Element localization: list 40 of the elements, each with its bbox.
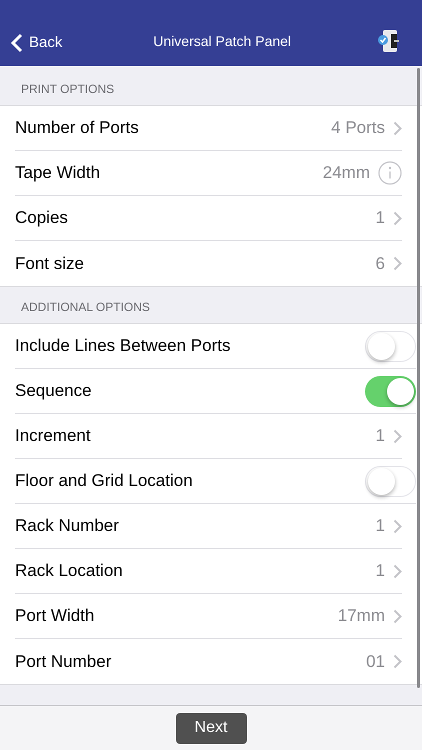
printer-icon[interactable] <box>376 28 402 54</box>
row-value: 1 <box>376 515 385 538</box>
section-header: PRINT OPTIONS <box>21 81 114 98</box>
row-label: Increment <box>15 425 92 448</box>
chevron-icon <box>393 210 402 226</box>
row-label: Port Number <box>15 650 112 673</box>
row-value: 1 <box>376 425 385 448</box>
next-button[interactable]: Next <box>176 712 246 744</box>
row-value: 6 <box>376 252 385 275</box>
row-label: Tape Width <box>15 162 102 184</box>
toggle-switch[interactable] <box>365 330 416 362</box>
chevron-icon <box>393 256 402 271</box>
row-label: Copies <box>15 207 69 230</box>
section-header: ADDITIONAL OPTIONS <box>21 299 150 316</box>
chevron-icon <box>393 654 402 669</box>
row-label: Port Width <box>15 605 96 628</box>
nav-title: Universal Patch Panel <box>153 32 292 51</box>
toggle-switch[interactable] <box>365 376 416 406</box>
row-label: Rack Number <box>15 515 120 538</box>
row-label: Include Lines Between Ports <box>15 335 232 358</box>
row-label: Font size <box>15 252 85 275</box>
row-value: 17mm <box>338 605 385 628</box>
chevron-icon <box>393 608 402 624</box>
info-icon[interactable] <box>378 161 402 185</box>
row-value: 1 <box>376 560 385 582</box>
row-value: 1 <box>376 207 385 230</box>
chevron-icon <box>393 428 402 444</box>
chevron-icon <box>393 120 402 136</box>
row-label: Sequence <box>15 380 93 402</box>
row-label: Number of Ports <box>15 117 140 140</box>
chevron-icon <box>393 564 402 578</box>
row-label: Floor and Grid Location <box>15 470 194 492</box>
toggle-switch[interactable] <box>365 466 416 496</box>
chevron-icon <box>393 518 402 534</box>
row-value: 24mm <box>322 162 370 184</box>
row-value: 4 Ports <box>331 117 385 140</box>
back-chevron-icon <box>10 32 23 53</box>
row-label: Rack Location <box>15 560 124 582</box>
back-button[interactable]: Back <box>10 32 62 54</box>
row-value: 01 <box>366 650 385 673</box>
